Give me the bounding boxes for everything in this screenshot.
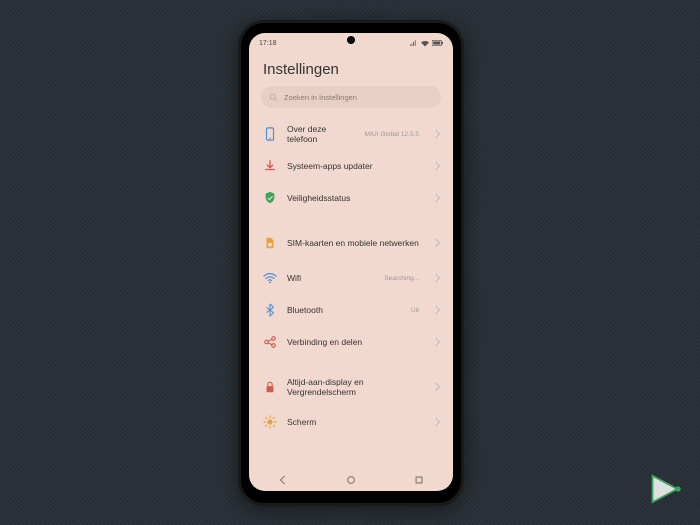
row-label: Veiligheidsstatus bbox=[287, 193, 423, 203]
row-about-phone[interactable]: Over deze telefoon MIUI Global 12.5.5 bbox=[249, 118, 453, 150]
row-bluetooth[interactable]: Bluetooth Uit bbox=[249, 294, 453, 326]
chevron-right-icon bbox=[432, 239, 440, 247]
row-label: Verbinding en delen bbox=[287, 337, 423, 347]
row-label: Bluetooth bbox=[287, 305, 401, 315]
row-label: Over deze telefoon bbox=[287, 124, 355, 144]
lock-icon bbox=[263, 380, 277, 394]
chevron-right-icon bbox=[432, 194, 440, 202]
row-subtext: Uit bbox=[411, 307, 419, 314]
sim-icon bbox=[263, 236, 277, 250]
wifi-icon bbox=[263, 271, 277, 285]
row-system-updater[interactable]: Systeem-apps updater bbox=[249, 150, 453, 182]
battery-icon bbox=[432, 40, 443, 46]
signal-icon bbox=[410, 40, 418, 47]
section-gap bbox=[249, 214, 453, 224]
row-label: Altijd-aan-display en Vergrendelscherm bbox=[287, 377, 423, 397]
chevron-right-icon bbox=[432, 418, 440, 426]
section-gap bbox=[249, 358, 453, 368]
nav-home-icon[interactable] bbox=[346, 475, 356, 485]
chevron-right-icon bbox=[432, 162, 440, 170]
nav-recents-icon[interactable] bbox=[414, 475, 424, 485]
shield-icon bbox=[263, 191, 277, 205]
status-time: 17:18 bbox=[259, 40, 277, 47]
brightness-icon bbox=[263, 415, 277, 429]
chevron-right-icon bbox=[432, 338, 440, 346]
search-bar[interactable]: Zoeken in Instellingen bbox=[261, 86, 441, 108]
nav-back-icon[interactable] bbox=[278, 475, 288, 485]
row-label: Scherm bbox=[287, 417, 423, 427]
row-subtext: Searching... bbox=[384, 275, 419, 282]
row-label: Wifi bbox=[287, 273, 374, 283]
watermark-logo bbox=[642, 467, 686, 511]
wifi-icon bbox=[421, 40, 429, 47]
phone-icon bbox=[263, 127, 277, 141]
bluetooth-icon bbox=[263, 303, 277, 317]
chevron-right-icon bbox=[432, 274, 440, 282]
page-title: Instellingen bbox=[249, 51, 453, 86]
phone-bezel: 17:18 Instellingen Zoeken in Instellinge… bbox=[241, 23, 461, 503]
chevron-right-icon bbox=[432, 383, 440, 391]
row-label: SIM-kaarten en mobiele netwerken bbox=[287, 238, 423, 248]
row-wifi[interactable]: Wifi Searching... bbox=[249, 262, 453, 294]
sharing-icon bbox=[263, 335, 277, 349]
row-display[interactable]: Scherm bbox=[249, 406, 453, 438]
row-sim-cards[interactable]: SIM-kaarten en mobiele netwerken bbox=[249, 224, 453, 262]
chevron-right-icon bbox=[432, 130, 440, 138]
chevron-right-icon bbox=[432, 306, 440, 314]
nav-bar bbox=[249, 469, 453, 491]
phone-screen: 17:18 Instellingen Zoeken in Instellinge… bbox=[249, 33, 453, 491]
row-aod-lockscreen[interactable]: Altijd-aan-display en Vergrendelscherm bbox=[249, 368, 453, 406]
row-security-status[interactable]: Veiligheidsstatus bbox=[249, 182, 453, 214]
row-connection-sharing[interactable]: Verbinding en delen bbox=[249, 326, 453, 358]
phone-frame: 17:18 Instellingen Zoeken in Instellinge… bbox=[238, 20, 464, 506]
update-icon bbox=[263, 159, 277, 173]
status-icons bbox=[410, 40, 443, 47]
row-subtext: MIUI Global 12.5.5 bbox=[365, 131, 419, 138]
search-placeholder: Zoeken in Instellingen bbox=[284, 93, 357, 102]
search-icon bbox=[269, 93, 278, 102]
row-label: Systeem-apps updater bbox=[287, 161, 423, 171]
camera-punch-hole bbox=[347, 36, 355, 44]
